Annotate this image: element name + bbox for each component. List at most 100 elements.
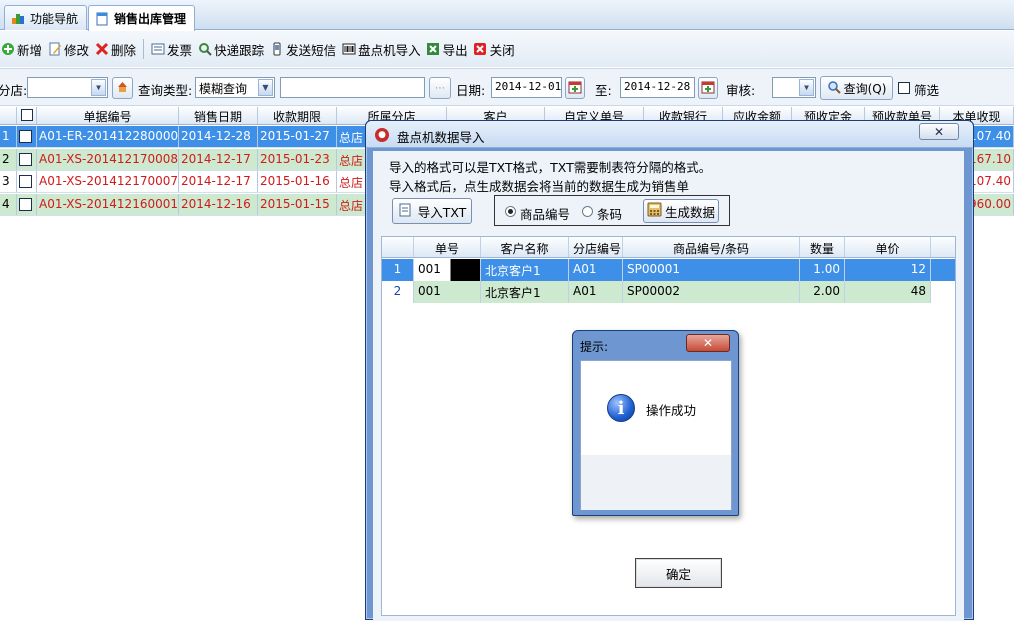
col-header-product-code[interactable]: 商品编号/条码 [623,237,800,257]
instruction-line-1: 导入的格式可以是TXT格式，TXT需要制表符分隔的格式。 [389,160,712,175]
sms-label: 发送短信 [286,42,337,58]
row-checkbox[interactable] [19,152,32,166]
col-header-sale-date[interactable]: 销售日期 [179,107,258,124]
list-item[interactable]: 1 001 北京客户1 A01 SP00001 1.00 12 [382,259,955,281]
table-cell: A01 [569,281,623,303]
barcode-icon [341,42,356,57]
table-cell: A01-XS-201412170008 [37,148,179,170]
export-button[interactable]: 导出 [426,37,473,61]
col-header-no[interactable]: 单号 [414,237,481,257]
send-sms-button[interactable]: 发送短信 [269,37,341,61]
app-icon: ● [375,128,389,142]
import-txt-button[interactable]: 导入TXT [392,198,472,224]
generate-data-button[interactable]: 生成数据 [643,199,719,223]
instruction-line-2: 导入格式后，点生成数据会将当前的数据生成为销售单 [389,179,690,194]
keyword-picker-button[interactable]: ⋯ [429,77,451,99]
message-box-close-button[interactable]: ✕ [686,334,730,352]
new-label: 新增 [17,42,43,58]
import-grid-header: 单号 客户名称 分店编号 商品编号/条码 数量 单价 [382,237,955,258]
filter-label: 筛选 [914,83,940,98]
filter-checkbox[interactable] [898,82,910,94]
col-header-quantity[interactable]: 数量 [800,237,845,257]
dialog-title: 盘点机数据导入 [397,130,485,145]
express-label: 快递跟踪 [214,42,265,58]
table-cell: 1.00 [800,259,845,281]
search-icon [827,80,841,97]
query-bar: 分店: ▼ 查询类型: 模糊查询 ▼ ⋯ 日期: 2014-12-01 至: 2… [0,68,1014,106]
row-checkbox[interactable] [19,130,32,143]
radio-barcode[interactable] [582,206,593,217]
export-label: 导出 [442,42,468,58]
table-cell: 2014-12-17 [179,148,258,170]
table-cell: 2 [0,148,17,170]
import-txt-label: 导入TXT [417,204,467,220]
date-to-input[interactable]: 2014-12-28 [620,77,695,98]
row-number-header [382,237,414,257]
select-all-checkbox[interactable] [20,109,33,121]
date-from-value: 2014-12-01 [495,80,562,93]
col-header-doc-no[interactable]: 单据编号 [37,107,179,124]
store-label: 分店: [0,83,28,98]
store-picker-icon [116,80,129,96]
chevron-down-icon[interactable]: ▼ [258,79,273,96]
col-header-due-date[interactable]: 收款期限 [258,107,337,124]
keyword-input[interactable] [280,77,425,98]
date-to-calendar-button[interactable] [698,77,718,99]
select-all-checkbox-cell[interactable] [17,107,37,124]
table-cell: SP00002 [623,281,800,303]
phone-icon [269,42,284,57]
radio-product-code-label[interactable]: 商品编号 [520,204,570,223]
delete-button[interactable]: 删除 [94,37,141,61]
tab-function-nav[interactable]: 功能导航 [4,5,88,30]
toolbar-divider [143,39,145,59]
pos-import-label: 盘点机导入 [358,42,421,58]
close-button[interactable]: 关闭 [473,37,520,61]
table-cell: A01 [569,259,623,281]
delete-label: 删除 [111,42,137,58]
ok-label: 确定 [665,566,691,582]
chevron-down-icon[interactable]: ▼ [91,79,106,96]
chevron-down-icon[interactable]: ▼ [799,79,814,96]
col-header-store-code[interactable]: 分店编号 [569,237,623,257]
invoice-button[interactable]: 发票 [150,37,197,61]
row-checkbox-cell [17,171,37,192]
col-header-customer-name[interactable]: 客户名称 [481,237,569,257]
search-button[interactable]: 查询(Q) [820,76,893,100]
table-cell: 北京客户1 [481,281,569,303]
list-item[interactable]: 2 001 北京客户1 A01 SP00002 2.00 48 [382,281,955,303]
calculator-icon [647,202,662,220]
audit-select[interactable]: ▼ [772,77,816,98]
ok-button[interactable]: 确定 [635,558,722,588]
document-icon [95,12,109,26]
row-checkbox[interactable] [19,175,32,188]
col-header-unit-price[interactable]: 单价 [845,237,931,257]
tab-label: 销售出库管理 [114,12,187,26]
message-box: 提示: ✕ i 操作成功 确定 [572,330,739,588]
table-cell: 2014-12-17 [179,171,258,192]
tab-sales-outbound[interactable]: 销售出库管理 [88,5,196,31]
close-icon [473,42,488,57]
express-track-button[interactable]: 快递跟踪 [197,37,269,61]
row-checkbox-cell [17,148,37,170]
info-icon: i [607,394,635,422]
query-type-select[interactable]: 模糊查询 ▼ [195,77,275,98]
table-cell: 2014-12-28 [179,126,258,147]
date-from-input[interactable]: 2014-12-01 [491,77,562,98]
date-from-calendar-button[interactable] [565,77,585,99]
table-cell: 1 [382,259,414,281]
store-select[interactable]: ▼ [27,77,108,98]
edit-button[interactable]: 修改 [47,37,94,61]
radio-product-code[interactable] [505,206,516,217]
edit-icon [47,42,62,57]
tab-label: 功能导航 [30,11,79,26]
pos-import-button[interactable]: 盘点机导入 [341,37,426,61]
row-checkbox[interactable] [19,197,32,211]
radio-barcode-label[interactable]: 条码 [597,204,622,223]
generate-data-label: 生成数据 [664,204,715,220]
excel-icon [426,42,441,57]
message-box-footer: 确定 [581,455,731,588]
new-button[interactable]: 新增 [0,37,47,61]
table-cell: 2015-01-15 [258,193,337,215]
store-picker-button[interactable] [112,77,133,99]
dialog-close-button[interactable]: ✕ [919,123,959,140]
